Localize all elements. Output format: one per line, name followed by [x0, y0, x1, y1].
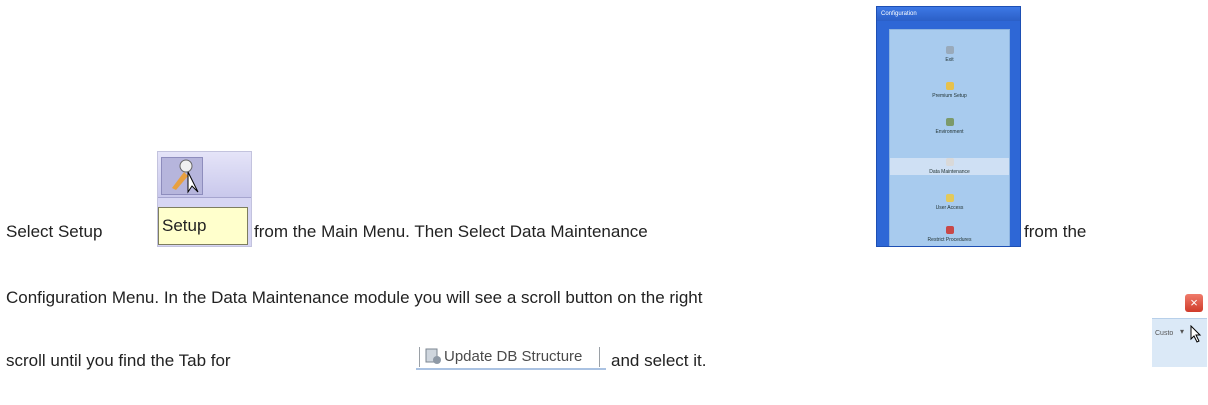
premium-setup-icon	[945, 82, 954, 90]
setup-wrench-icon	[161, 157, 203, 195]
scroll-button-snapshot: × Custo ▾	[1152, 294, 1207, 367]
tab-label: Update DB Structure	[444, 348, 583, 365]
exit-icon	[945, 46, 954, 54]
chevron-down-icon: ▾	[1180, 327, 1185, 336]
setup-tooltip: Setup	[158, 207, 248, 245]
config-item-premium-setup: Premium Setup	[890, 82, 1009, 99]
config-item-user-access: User Access	[890, 194, 1009, 211]
environment-icon	[945, 118, 954, 126]
database-icon	[425, 348, 441, 364]
text-from-the: from the	[1024, 222, 1087, 241]
configuration-title: Configuration	[877, 7, 1020, 21]
text-select-setup: Select Setup	[6, 222, 103, 241]
config-item-restrict-procedures: Restrict Procedures	[890, 226, 1009, 243]
user-access-icon	[945, 194, 954, 202]
config-item-data-maintenance: Data Maintenance	[890, 158, 1009, 175]
scroll-field-label: Custo	[1155, 330, 1174, 337]
data-maintenance-icon	[945, 158, 954, 166]
update-db-structure-tab: Update DB Structure	[416, 345, 606, 370]
config-item-environment: Environment	[890, 118, 1009, 135]
cursor-icon	[1190, 325, 1202, 343]
configuration-items-panel: Exit Premium Setup Environment Data Main…	[889, 29, 1010, 246]
restrict-procedures-icon	[945, 226, 954, 234]
text-from-main-menu: from the Main Menu. Then Select Data Mai…	[254, 222, 648, 241]
text-configuration-menu: Configuration Menu. In the Data Maintena…	[6, 288, 703, 307]
config-item-exit: Exit	[890, 46, 1009, 63]
text-and-select: and select it.	[611, 351, 707, 370]
tab-separator	[599, 347, 600, 367]
close-icon: ×	[1185, 294, 1203, 312]
scroll-bar: Custo ▾	[1152, 318, 1207, 367]
setup-toolbar-snapshot: Setup	[157, 151, 252, 247]
configuration-menu-snapshot: Configuration Exit Premium Setup Environ…	[876, 6, 1021, 247]
text-scroll-until: scroll until you find the Tab for	[6, 351, 231, 370]
tab-separator	[419, 347, 420, 367]
